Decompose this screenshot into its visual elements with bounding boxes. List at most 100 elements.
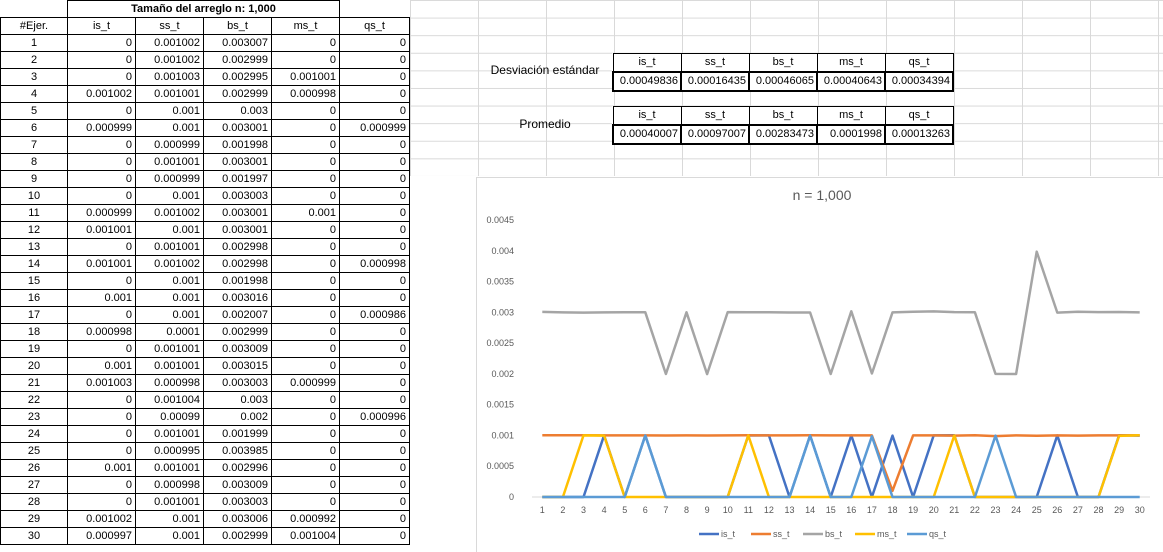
cell-is-t[interactable]: 0 [67, 272, 136, 290]
cell-is-t[interactable]: 0.001001 [67, 221, 136, 239]
promedio-value-bs-t[interactable]: 0.00283473 [748, 124, 818, 145]
cell-ms-t[interactable]: 0 [271, 323, 340, 341]
header-ss-t[interactable]: ss_t [135, 17, 204, 35]
cell-qs-t[interactable]: 0 [339, 289, 410, 307]
table-title[interactable]: Tamaño del arreglo n: 1,000 [67, 0, 340, 18]
cell-is-t[interactable]: 0 [67, 170, 136, 188]
cell-qs-t[interactable]: 0 [339, 374, 410, 392]
desviacion-label[interactable]: Desviación estándar [480, 63, 610, 77]
desviacion-header-bs-t[interactable]: bs_t [748, 53, 818, 72]
cell-ejer[interactable]: 17 [0, 306, 68, 324]
desviacion-header-qs-t[interactable]: qs_t [884, 53, 954, 72]
cell-ejer[interactable]: 10 [0, 187, 68, 205]
cell-ms-t[interactable]: 0 [271, 425, 340, 443]
cell-is-t[interactable]: 0 [67, 51, 136, 69]
desviacion-value-is-t[interactable]: 0.00049836 [612, 71, 682, 92]
cell-ms-t[interactable]: 0 [271, 153, 340, 171]
cell-bs-t[interactable]: 0.003 [203, 102, 272, 120]
cell-is-t[interactable]: 0 [67, 493, 136, 511]
cell-is-t[interactable]: 0.001003 [67, 374, 136, 392]
cell-ms-t[interactable]: 0 [271, 493, 340, 511]
cell-is-t[interactable]: 0 [67, 187, 136, 205]
cell-is-t[interactable]: 0 [67, 306, 136, 324]
cell-ejer[interactable]: 29 [0, 510, 68, 528]
cell-ms-t[interactable]: 0 [271, 459, 340, 477]
cell-ss-t[interactable]: 0.001001 [135, 340, 204, 358]
cell-ejer[interactable]: 2 [0, 51, 68, 69]
cell-ss-t[interactable]: 0.001001 [135, 493, 204, 511]
cell-ss-t[interactable]: 0.001 [135, 306, 204, 324]
cell-bs-t[interactable]: 0.003001 [203, 153, 272, 171]
chart-legend[interactable]: is_t ss_t bs_t ms_t qs_t [699, 529, 947, 539]
promedio-value-qs-t[interactable]: 0.00013263 [884, 124, 954, 145]
cell-ms-t[interactable]: 0 [271, 221, 340, 239]
cell-qs-t[interactable]: 0 [339, 204, 410, 222]
cell-bs-t[interactable]: 0.003003 [203, 374, 272, 392]
header-bs-t[interactable]: bs_t [203, 17, 272, 35]
cell-qs-t[interactable]: 0 [339, 527, 410, 545]
cell-is-t[interactable]: 0.000998 [67, 323, 136, 341]
cell-bs-t[interactable]: 0.003985 [203, 442, 272, 460]
cell-bs-t[interactable]: 0.003003 [203, 493, 272, 511]
cell-ss-t[interactable]: 0.001 [135, 102, 204, 120]
cell-ss-t[interactable]: 0.000995 [135, 442, 204, 460]
promedio-header-ss-t[interactable]: ss_t [680, 106, 750, 125]
cell-ejer[interactable]: 25 [0, 442, 68, 460]
cell-ss-t[interactable]: 0.001002 [135, 255, 204, 273]
cell-bs-t[interactable]: 0.001997 [203, 170, 272, 188]
cell-is-t[interactable]: 0.001 [67, 459, 136, 477]
cell-qs-t[interactable]: 0 [339, 323, 410, 341]
cell-ss-t[interactable]: 0.001 [135, 510, 204, 528]
cell-ss-t[interactable]: 0.001001 [135, 85, 204, 103]
cell-ms-t[interactable]: 0 [271, 272, 340, 290]
legend-label-bs-t[interactable]: bs_t [825, 529, 843, 539]
line-chart[interactable]: n = 1,000 00.00050.0010.00150.0020.00250… [477, 178, 1163, 551]
cell-ss-t[interactable]: 0.000999 [135, 170, 204, 188]
cell-is-t[interactable]: 0 [67, 136, 136, 154]
header-is-t[interactable]: is_t [67, 17, 136, 35]
promedio-header-qs-t[interactable]: qs_t [884, 106, 954, 125]
cell-bs-t[interactable]: 0.002999 [203, 323, 272, 341]
cell-ms-t[interactable]: 0.001001 [271, 68, 340, 86]
cell-ms-t[interactable]: 0 [271, 289, 340, 307]
cell-ejer[interactable]: 23 [0, 408, 68, 426]
cell-ss-t[interactable]: 0.001 [135, 221, 204, 239]
cell-ms-t[interactable]: 0 [271, 306, 340, 324]
cell-ss-t[interactable]: 0.001004 [135, 391, 204, 409]
cell-bs-t[interactable]: 0.003001 [203, 221, 272, 239]
cell-ss-t[interactable]: 0.0001 [135, 323, 204, 341]
promedio-header-is-t[interactable]: is_t [612, 106, 682, 125]
cell-ejer[interactable]: 30 [0, 527, 68, 545]
cell-bs-t[interactable]: 0.001998 [203, 136, 272, 154]
cell-is-t[interactable]: 0.000999 [67, 119, 136, 137]
cell-bs-t[interactable]: 0.003 [203, 391, 272, 409]
promedio-label[interactable]: Promedio [480, 117, 610, 131]
cell-ss-t[interactable]: 0.001 [135, 289, 204, 307]
cell-is-t[interactable]: 0.001002 [67, 510, 136, 528]
cell-is-t[interactable]: 0 [67, 102, 136, 120]
cell-qs-t[interactable]: 0 [339, 170, 410, 188]
cell-ss-t[interactable]: 0.001 [135, 527, 204, 545]
cell-ss-t[interactable]: 0.000999 [135, 136, 204, 154]
cell-ejer[interactable]: 18 [0, 323, 68, 341]
cell-ss-t[interactable]: 0.001002 [135, 34, 204, 52]
cell-ejer[interactable]: 24 [0, 425, 68, 443]
cell-ms-t[interactable]: 0.000992 [271, 510, 340, 528]
cell-is-t[interactable]: 0 [67, 153, 136, 171]
cell-qs-t[interactable]: 0 [339, 102, 410, 120]
cell-qs-t[interactable]: 0 [339, 391, 410, 409]
cell-ms-t[interactable]: 0.000998 [271, 85, 340, 103]
promedio-header-bs-t[interactable]: bs_t [748, 106, 818, 125]
cell-qs-t[interactable]: 0 [339, 493, 410, 511]
cell-ms-t[interactable]: 0 [271, 357, 340, 375]
cell-ms-t[interactable]: 0 [271, 442, 340, 460]
cell-bs-t[interactable]: 0.002999 [203, 527, 272, 545]
promedio-value-ms-t[interactable]: 0.0001998 [816, 124, 886, 145]
cell-ms-t[interactable]: 0 [271, 391, 340, 409]
cell-bs-t[interactable]: 0.003006 [203, 510, 272, 528]
cell-bs-t[interactable]: 0.002998 [203, 238, 272, 256]
cell-ms-t[interactable]: 0 [271, 136, 340, 154]
cell-ejer[interactable]: 1 [0, 34, 68, 52]
cell-qs-t[interactable]: 0.000999 [339, 119, 410, 137]
cell-ejer[interactable]: 22 [0, 391, 68, 409]
